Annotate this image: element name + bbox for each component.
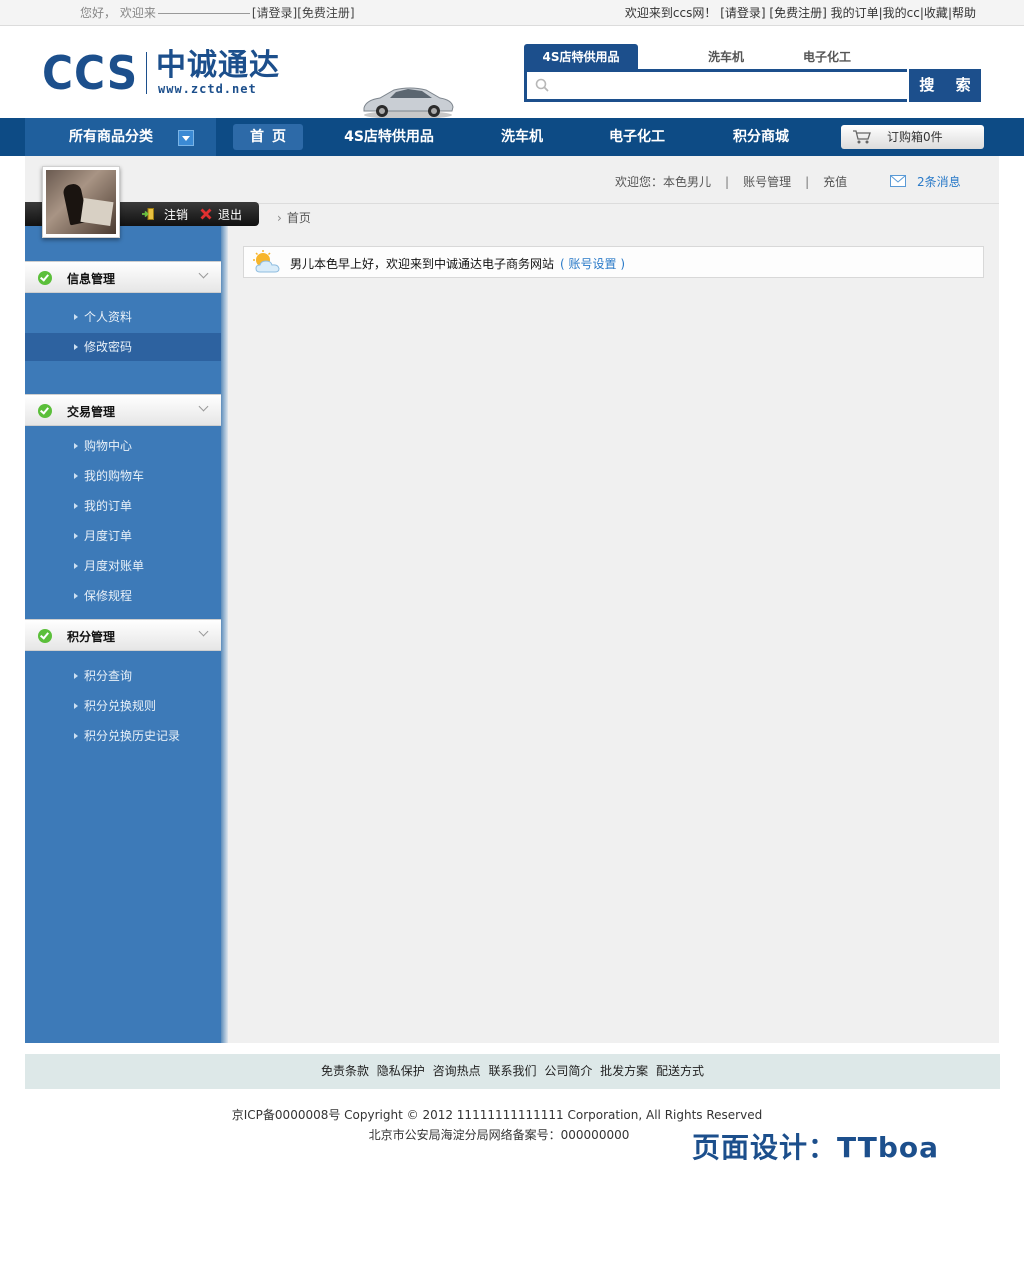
footer-link-privacy[interactable]: 隐私保护 bbox=[377, 1064, 425, 1078]
welcome-user: 欢迎您：本色男儿 bbox=[615, 175, 712, 189]
chevron-down-icon bbox=[198, 401, 209, 412]
sidebar-edge bbox=[221, 202, 228, 1043]
car-icon bbox=[363, 87, 454, 119]
weather-icon bbox=[253, 250, 280, 273]
menu-item-monthly-statement[interactable]: 月度对账单 bbox=[25, 552, 221, 580]
mail-icon[interactable] bbox=[890, 175, 906, 187]
search-tab-4s[interactable]: 4S店特供用品 bbox=[524, 44, 638, 70]
menu-item-points-history[interactable]: 积分兑换历史记录 bbox=[25, 722, 221, 750]
logo-divider bbox=[146, 52, 147, 94]
logout-icon bbox=[142, 208, 154, 220]
menu-section-points[interactable]: 积分管理 bbox=[25, 619, 221, 651]
login-link[interactable]: [请登录] bbox=[252, 6, 297, 20]
footer-link-disclaimer[interactable]: 免责条款 bbox=[321, 1064, 369, 1078]
footer-link-wholesale[interactable]: 批发方案 bbox=[600, 1064, 648, 1078]
top-links-right: 欢迎来到ccs网！ [请登录] [免费注册] 我的订单|我的cc|收藏|帮助 bbox=[624, 6, 976, 20]
my-orders-link[interactable]: 我的订单 bbox=[831, 6, 879, 20]
check-icon bbox=[38, 404, 52, 418]
menu-section-trade[interactable]: 交易管理 bbox=[25, 394, 221, 426]
register-link[interactable]: [免费注册] bbox=[297, 6, 354, 20]
search-input[interactable] bbox=[557, 74, 897, 98]
chevron-down-icon bbox=[178, 130, 194, 146]
account-links: 欢迎您：本色男儿 | 账号管理 | 充值 2条消息 bbox=[615, 175, 961, 189]
menu-item-shopping-center[interactable]: 购物中心 bbox=[25, 432, 221, 460]
top-bar: 您好， 欢迎来 [请登录][免费注册] 欢迎来到ccs网！ [请登录] [免费注册… bbox=[0, 0, 1024, 26]
search-icon bbox=[535, 78, 549, 92]
search-tabs: 4S店特供用品 洗车机 电子化工 bbox=[524, 44, 984, 70]
cart-icon bbox=[853, 130, 871, 144]
menu-item-my-cart[interactable]: 我的购物车 bbox=[25, 462, 221, 490]
breadcrumb: › 首页 bbox=[277, 209, 311, 226]
breadcrumb-chevron-icon: › bbox=[277, 211, 282, 225]
category-label: 所有商品分类 bbox=[69, 129, 153, 145]
copyright: 京ICP备0000008号 Copyright © 2012 111111111… bbox=[231, 1108, 763, 1122]
footer-links: 免责条款 隐私保护 咨询热点 联系我们 公司简介 批发方案 配送方式 bbox=[25, 1054, 1000, 1089]
footer-link-hotline[interactable]: 咨询热点 bbox=[433, 1064, 481, 1078]
footer-link-delivery[interactable]: 配送方式 bbox=[656, 1064, 704, 1078]
site-welcome: 欢迎来到ccs网！ bbox=[624, 6, 717, 20]
account-management-link[interactable]: 账号管理 bbox=[743, 175, 791, 189]
menu-section-title: 积分管理 bbox=[67, 630, 116, 644]
header-divider bbox=[221, 203, 999, 204]
nav-carwash[interactable]: 洗车机 bbox=[490, 118, 554, 156]
greeting-text: 您好， bbox=[80, 6, 117, 20]
logo-url: www.zctd.net bbox=[158, 82, 257, 96]
design-credit: 页面设计：TTboa bbox=[692, 1131, 940, 1164]
favorites-link[interactable]: 收藏 bbox=[924, 6, 948, 20]
welcome-message-box: 男儿本色早上好，欢迎来到中诚通达电子商务网站 ( 账号设置 ) bbox=[243, 246, 984, 278]
top-greeting: 您好， 欢迎来 [请登录][免费注册] bbox=[80, 4, 355, 21]
check-icon bbox=[38, 629, 52, 643]
site-header: CCS 中诚通达 www.zctd.net 4S店特供用品 洗车机 电子化工 搜… bbox=[0, 26, 1024, 119]
my-cc-link[interactable]: 我的cc bbox=[883, 6, 920, 20]
exit-link[interactable]: 退出 bbox=[218, 206, 242, 223]
check-icon bbox=[38, 271, 52, 285]
welcome-prefix: 欢迎来 bbox=[119, 6, 156, 20]
right-login-link[interactable]: [请登录] bbox=[720, 6, 765, 20]
cart-button[interactable]: 订购箱0件 bbox=[841, 125, 984, 149]
nav-home[interactable]: 首页 bbox=[233, 124, 303, 150]
logout-link[interactable]: 注销 bbox=[164, 206, 188, 223]
nav-4s-products[interactable]: 4S店特供用品 bbox=[334, 118, 444, 156]
menu-item-my-orders[interactable]: 我的订单 bbox=[25, 492, 221, 520]
help-link[interactable]: 帮助 bbox=[952, 6, 976, 20]
menu-item-points-rules[interactable]: 积分兑换规则 bbox=[25, 692, 221, 720]
member-center: 欢迎您：本色男儿 | 账号管理 | 充值 2条消息 注销 退出 › 首页 男儿本… bbox=[25, 156, 999, 1043]
footer-link-contact[interactable]: 联系我们 bbox=[488, 1064, 536, 1078]
logo-ccs: CCS bbox=[42, 46, 139, 100]
menu-item-profile[interactable]: 个人资料 bbox=[25, 303, 221, 331]
close-icon bbox=[200, 208, 212, 220]
welcome-text: 男儿本色早上好，欢迎来到中诚通达电子商务网站 bbox=[290, 257, 555, 271]
logo-chinese-name: 中诚通达 bbox=[156, 48, 280, 83]
menu-item-points-query[interactable]: 积分查询 bbox=[25, 662, 221, 690]
recharge-link[interactable]: 充值 bbox=[823, 175, 847, 189]
account-settings-link[interactable]: ( 账号设置 ) bbox=[560, 257, 625, 271]
chevron-down-icon bbox=[198, 626, 209, 637]
menu-section-title: 信息管理 bbox=[67, 272, 116, 286]
search-tab-chemical[interactable]: 电子化工 bbox=[790, 44, 864, 70]
category-menu[interactable]: 所有商品分类 bbox=[25, 118, 216, 156]
avatar[interactable] bbox=[42, 166, 120, 238]
search-tab-carwash[interactable]: 洗车机 bbox=[694, 44, 758, 70]
cart-label: 订购箱0件 bbox=[887, 130, 943, 144]
nav-chemical[interactable]: 电子化工 bbox=[598, 118, 676, 156]
avatar-photo bbox=[46, 170, 116, 234]
search-box: 搜 索 bbox=[524, 69, 981, 102]
menu-item-change-password[interactable]: 修改密码 bbox=[25, 333, 221, 361]
right-register-link[interactable]: [免费注册] bbox=[769, 6, 826, 20]
footer-link-about[interactable]: 公司简介 bbox=[544, 1064, 592, 1078]
menu-section-info[interactable]: 信息管理 bbox=[25, 261, 221, 293]
menu-section-title: 交易管理 bbox=[67, 405, 116, 419]
chevron-down-icon bbox=[198, 268, 209, 279]
breadcrumb-home[interactable]: 首页 bbox=[287, 211, 311, 225]
nav-points-mall[interactable]: 积分商城 bbox=[722, 118, 800, 156]
search-button[interactable]: 搜 索 bbox=[907, 69, 981, 102]
welcome-text-line: 男儿本色早上好，欢迎来到中诚通达电子商务网站 ( 账号设置 ) bbox=[290, 255, 625, 272]
menu-item-monthly-orders[interactable]: 月度订单 bbox=[25, 522, 221, 550]
menu-item-warranty[interactable]: 保修规程 bbox=[25, 582, 221, 610]
main-nav: 所有商品分类 首页 4S店特供用品 洗车机 电子化工 积分商城 订购箱0件 bbox=[0, 118, 1024, 156]
divider-line bbox=[157, 13, 250, 14]
site-logo[interactable]: CCS 中诚通达 www.zctd.net bbox=[42, 48, 282, 100]
messages-link[interactable]: 2条消息 bbox=[917, 175, 961, 189]
